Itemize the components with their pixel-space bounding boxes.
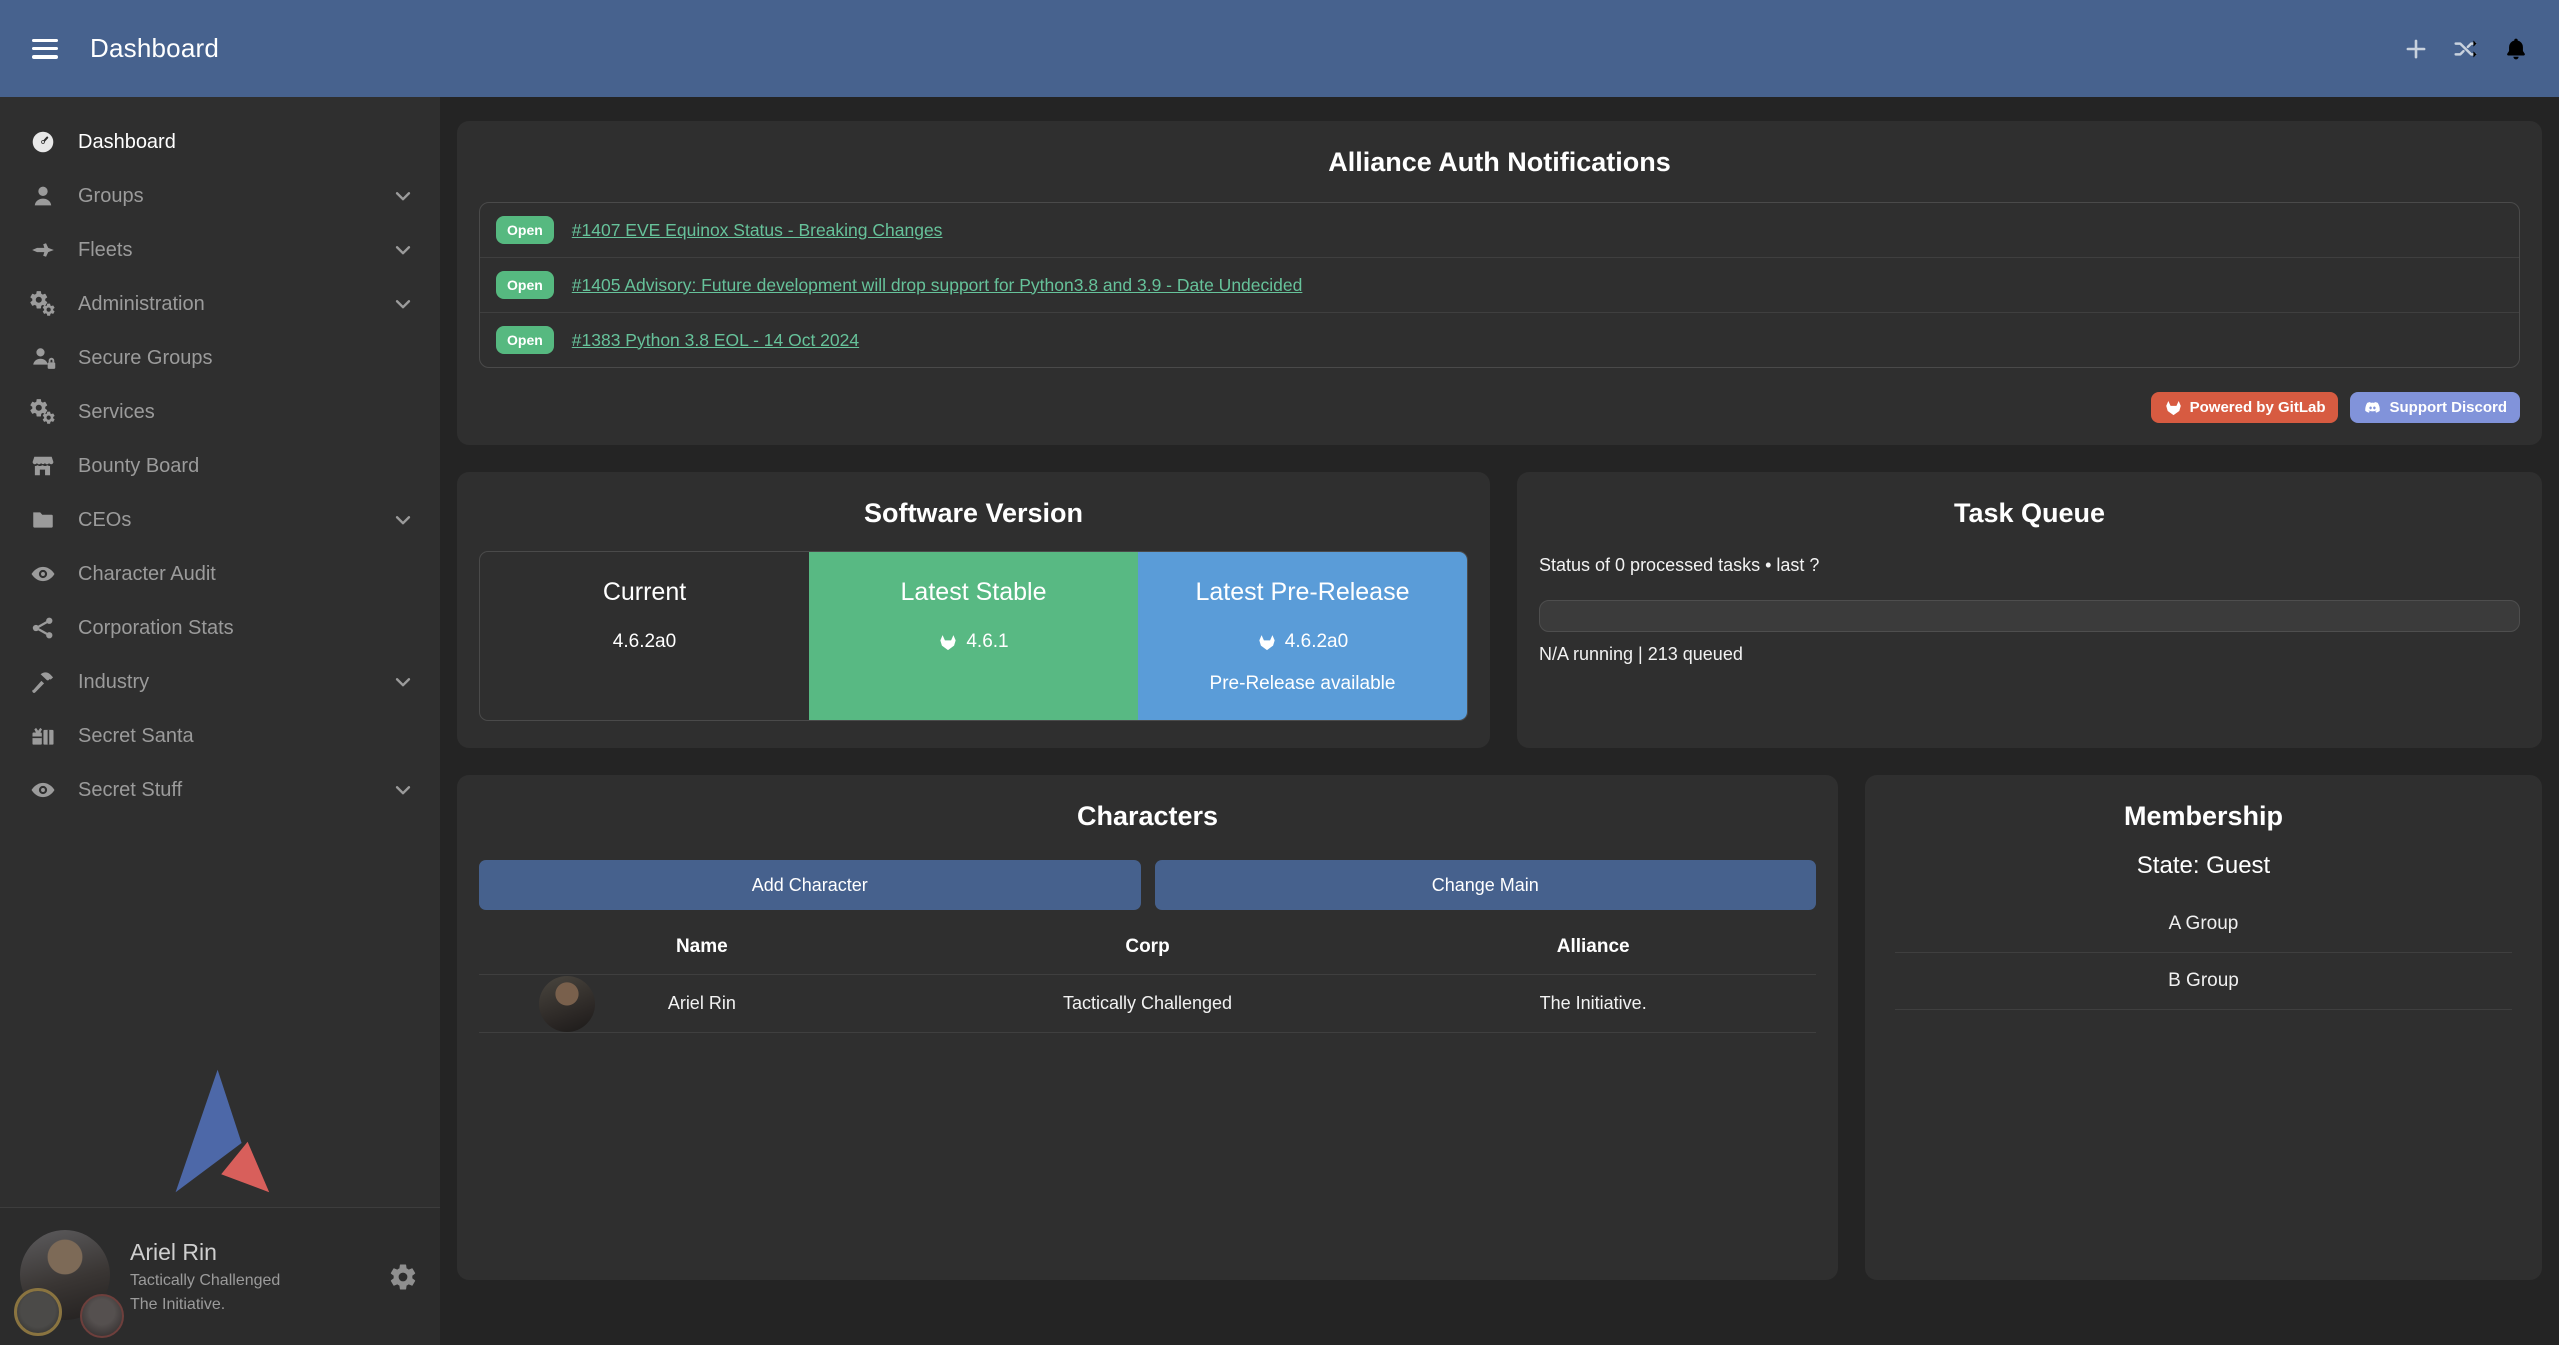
gifts-icon xyxy=(30,723,56,749)
task-queue-progress-bar xyxy=(1539,600,2520,632)
task-queue-status: Status of 0 processed tasks • last ? xyxy=(1539,555,2520,576)
gauge-icon xyxy=(30,129,56,155)
alliance-auth-logo xyxy=(0,1067,440,1195)
shuffle-icon[interactable] xyxy=(2453,36,2479,62)
eye-icon xyxy=(30,561,56,587)
chevron-down-icon xyxy=(392,671,414,693)
notification-link[interactable]: #1405 Advisory: Future development will … xyxy=(572,275,1303,296)
characters-title: Characters xyxy=(479,801,1816,832)
sidebar-item-fleets[interactable]: Fleets xyxy=(0,223,440,277)
user-name: Ariel Rin xyxy=(130,1239,280,1266)
sidebar-item-bounty-board[interactable]: Bounty Board xyxy=(0,439,440,493)
character-alliance: The Initiative. xyxy=(1370,993,1816,1014)
user-lock-icon xyxy=(30,345,56,371)
characters-table: Name Corp Alliance Ariel Rin Tactically … xyxy=(479,936,1816,1033)
sidebar-item-secret-santa[interactable]: Secret Santa xyxy=(0,709,440,763)
support-discord-badge[interactable]: Support Discord xyxy=(2350,392,2520,423)
software-version-panel: Software Version Current 4.6.2a0 Latest … xyxy=(457,472,1490,748)
top-navbar: Dashboard xyxy=(0,0,2559,97)
folder-icon xyxy=(30,507,56,533)
software-stable-cell: Latest Stable 4.6.1 xyxy=(809,552,1138,720)
software-prerelease-cell: Latest Pre-Release 4.6.2a0 Pre-Release a… xyxy=(1138,552,1467,720)
task-queue-counts: N/A running | 213 queued xyxy=(1539,644,2520,665)
membership-title: Membership xyxy=(1887,801,2520,832)
main-content: Alliance Auth Notifications Open #1407 E… xyxy=(457,97,2542,1280)
gitlab-icon xyxy=(1257,632,1277,652)
character-row: Ariel Rin Tactically Challenged The Init… xyxy=(479,974,1816,1033)
chevron-down-icon xyxy=(392,239,414,261)
sidebar: Dashboard Groups Fleets Administration S… xyxy=(0,97,440,1345)
sidebar-item-secret-stuff[interactable]: Secret Stuff xyxy=(0,763,440,817)
page-title: Dashboard xyxy=(90,33,219,64)
column-header-name: Name xyxy=(479,936,925,974)
chevron-down-icon xyxy=(392,779,414,801)
bell-icon[interactable] xyxy=(2503,36,2529,62)
task-queue-panel: Task Queue Status of 0 processed tasks •… xyxy=(1517,472,2542,748)
task-queue-title: Task Queue xyxy=(1539,498,2520,529)
status-badge: Open xyxy=(496,326,554,354)
notifications-panel: Alliance Auth Notifications Open #1407 E… xyxy=(457,121,2542,445)
hammer-icon xyxy=(30,669,56,695)
gears-icon xyxy=(30,291,56,317)
hamburger-menu-icon[interactable] xyxy=(32,39,58,59)
notification-row: Open #1383 Python 3.8 EOL - 14 Oct 2024 xyxy=(480,312,2519,367)
sidebar-item-character-audit[interactable]: Character Audit xyxy=(0,547,440,601)
membership-groups-list: A Group B Group xyxy=(1887,896,2520,1010)
sidebar-item-administration[interactable]: Administration xyxy=(0,277,440,331)
notification-row: Open #1407 EVE Equinox Status - Breaking… xyxy=(480,203,2519,257)
discord-icon xyxy=(2363,398,2382,417)
column-header-alliance: Alliance xyxy=(1370,936,1816,974)
chevron-down-icon xyxy=(392,185,414,207)
software-version-table: Current 4.6.2a0 Latest Stable 4.6.1 Late… xyxy=(479,551,1468,721)
characters-panel: Characters Add Character Change Main Nam… xyxy=(457,775,1838,1280)
gitlab-icon xyxy=(2164,398,2183,417)
change-main-button[interactable]: Change Main xyxy=(1155,860,1817,910)
sidebar-item-secure-groups[interactable]: Secure Groups xyxy=(0,331,440,385)
store-icon xyxy=(30,453,56,479)
character-portrait xyxy=(539,976,595,1032)
character-name: Ariel Rin xyxy=(668,993,736,1013)
alliance-auth-dashboard: Dashboard Dashboard Groups Fleets xyxy=(0,0,2559,1345)
sidebar-item-groups[interactable]: Groups xyxy=(0,169,440,223)
membership-panel: Membership State: Guest A Group B Group xyxy=(1865,775,2542,1280)
jet-icon xyxy=(30,237,56,263)
status-badge: Open xyxy=(496,271,554,299)
notification-link[interactable]: #1383 Python 3.8 EOL - 14 Oct 2024 xyxy=(572,330,859,351)
sidebar-menu: Dashboard Groups Fleets Administration S… xyxy=(0,97,440,817)
membership-state: State: Guest xyxy=(1887,852,2520,880)
sidebar-item-services[interactable]: Services xyxy=(0,385,440,439)
group-list-item: B Group xyxy=(1895,953,2512,1010)
chevron-down-icon xyxy=(392,293,414,315)
sidebar-item-corporation-stats[interactable]: Corporation Stats xyxy=(0,601,440,655)
sidebar-item-dashboard[interactable]: Dashboard xyxy=(0,115,440,169)
user-corp: Tactically Challenged xyxy=(130,1272,280,1290)
software-current-cell: Current 4.6.2a0 xyxy=(480,552,809,720)
notification-row: Open #1405 Advisory: Future development … xyxy=(480,257,2519,312)
notifications-title: Alliance Auth Notifications xyxy=(479,147,2520,178)
character-corp: Tactically Challenged xyxy=(925,993,1371,1014)
gitlab-icon xyxy=(938,632,958,652)
gears-icon xyxy=(30,399,56,425)
alliance-logo-badge xyxy=(80,1294,124,1338)
user-panel[interactable]: Ariel Rin Tactically Challenged The Init… xyxy=(0,1207,440,1345)
eye-icon xyxy=(30,777,56,803)
sidebar-item-ceos[interactable]: CEOs xyxy=(0,493,440,547)
notifications-list: Open #1407 EVE Equinox Status - Breaking… xyxy=(479,202,2520,368)
settings-gear-icon[interactable] xyxy=(388,1262,418,1292)
powered-by-gitlab-badge[interactable]: Powered by GitLab xyxy=(2151,392,2339,423)
plus-icon[interactable] xyxy=(2403,36,2429,62)
add-character-button[interactable]: Add Character xyxy=(479,860,1141,910)
notification-link[interactable]: #1407 EVE Equinox Status - Breaking Chan… xyxy=(572,220,943,241)
chevron-down-icon xyxy=(392,509,414,531)
sidebar-item-industry[interactable]: Industry xyxy=(0,655,440,709)
user-alliance: The Initiative. xyxy=(130,1296,280,1314)
share-icon xyxy=(30,615,56,641)
group-list-item: A Group xyxy=(1895,896,2512,953)
software-version-title: Software Version xyxy=(479,498,1468,529)
user-icon xyxy=(30,183,56,209)
status-badge: Open xyxy=(496,216,554,244)
column-header-corp: Corp xyxy=(925,936,1371,974)
corp-logo-badge xyxy=(14,1288,62,1336)
prerelease-note: Pre-Release available xyxy=(1138,673,1467,695)
